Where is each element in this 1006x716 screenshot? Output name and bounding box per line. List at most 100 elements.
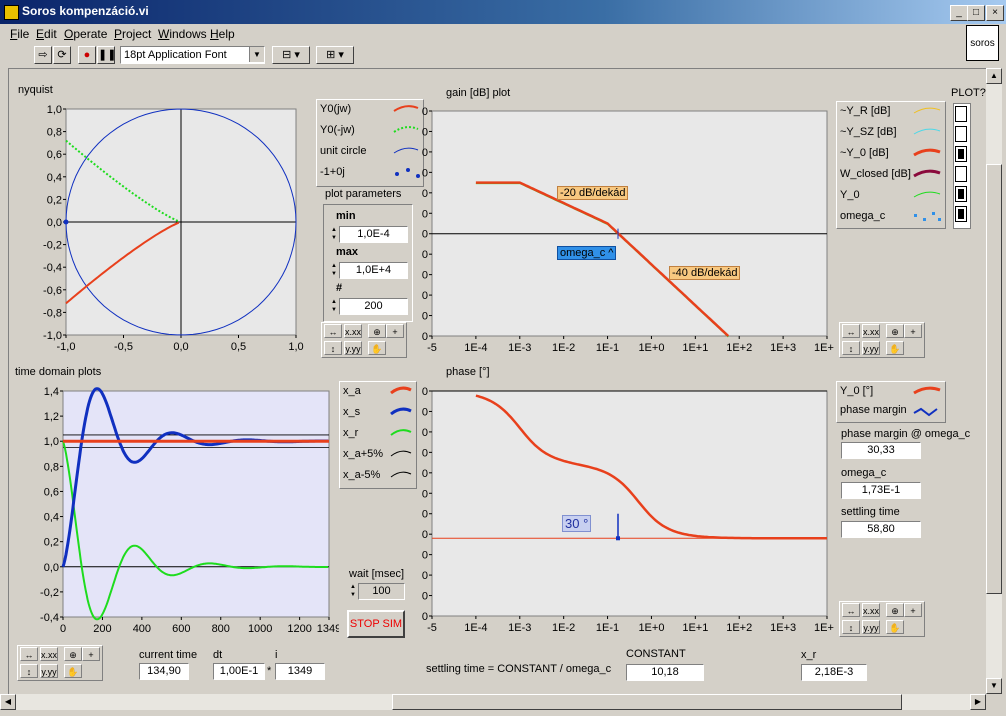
plot-toggle-4[interactable] [955, 186, 967, 202]
zoom-icon[interactable]: ⊕ [64, 647, 82, 661]
zoom-icon[interactable]: ⊕ [886, 324, 904, 338]
x-format-icon[interactable]: x.xx [862, 324, 880, 338]
x-tick-label: 1E+0 [638, 342, 664, 354]
abort-icon[interactable]: ● [78, 46, 96, 64]
minimize-button[interactable]: _ [950, 5, 968, 21]
zoom-icon[interactable]: ⊕ [368, 324, 386, 338]
y-format-icon[interactable]: y.yy [40, 664, 58, 678]
nyquist-graph[interactable]: 1,00,80,60,40,20,0-0,2-0,4-0,6-0,8-1,0-1… [9, 97, 309, 359]
spinner-icon[interactable]: ▲ ▼ [349, 583, 357, 600]
x-format-icon[interactable]: x.xx [40, 647, 58, 661]
pan-hand-icon[interactable]: ✋ [886, 620, 904, 634]
menu-file[interactable]: File [10, 27, 29, 41]
x-tick-label: 400 [133, 623, 151, 635]
n-value[interactable]: 200 [339, 298, 408, 315]
y-scale-icon[interactable]: ↕ [842, 341, 860, 355]
run-continuous-icon[interactable]: ⟳ [53, 46, 71, 64]
phase-graph-palette[interactable]: ↔ x.xx ⊕ + ↕ y.yy ✋ [839, 601, 925, 637]
x-scale-icon[interactable]: ↔ [324, 324, 342, 338]
x-format-icon[interactable]: x.xx [344, 324, 362, 338]
distribute-objects-icon[interactable]: ⊞ ▾ [316, 46, 354, 64]
vertical-scrollbar[interactable]: ▲ ▼ [986, 68, 1002, 694]
x-scale-icon[interactable]: ↔ [842, 324, 860, 338]
dt-value: 1,00E-1 [213, 663, 265, 680]
menu-project[interactable]: Project [114, 27, 151, 41]
spinner-icon[interactable]: ▲ ▼ [330, 298, 338, 315]
time-domain-graph[interactable]: 1,4 1,2 1,0 0,8 0,6 0,4 0,2 0,0 -0,2 -0,40 200 400 6… [13, 379, 339, 641]
menu-help[interactable]: Help [210, 27, 235, 41]
x-tick-label: 600 [172, 623, 190, 635]
stop-sim-button[interactable]: STOP SIM [347, 610, 405, 638]
phase-plot-graph[interactable]: 0,0 -25,0 -50,0 -75,0 -100,0 -125,0 -150,0 -175… [422, 379, 834, 641]
menu-windows[interactable]: Windows [158, 27, 207, 41]
close-button[interactable]: × [986, 5, 1004, 21]
scroll-left-icon[interactable]: ◀ [0, 694, 16, 710]
gain-graph-palette[interactable]: ↔ x.xx ⊕ + ↕ y.yy ✋ [839, 322, 925, 358]
y-format-icon[interactable]: y.yy [862, 620, 880, 634]
spinner-icon[interactable]: ▲ ▼ [330, 262, 338, 279]
horizontal-scrollbar[interactable]: ◀ ▶ [0, 694, 986, 710]
scroll-up-icon[interactable]: ▲ [986, 68, 1002, 84]
y-format-icon[interactable]: y.yy [862, 341, 880, 355]
pan-hand-icon[interactable]: ✋ [64, 664, 82, 678]
plot-toggle-1[interactable] [955, 126, 967, 142]
x-tick-label: 1E-3 [508, 622, 531, 634]
max-control[interactable]: ▲ ▼ 1,0E+4 [330, 262, 408, 279]
plot-area [431, 390, 828, 617]
y-scale-icon[interactable]: ↕ [324, 341, 342, 355]
y-format-icon[interactable]: y.yy [344, 341, 362, 355]
y-scale-icon[interactable]: ↕ [842, 620, 860, 634]
x-scale-icon[interactable]: ↔ [20, 647, 38, 661]
legend-y0: Y_0 [840, 189, 860, 201]
nyquist-graph-palette[interactable]: ↔ x.xx ⊕ + ↕ y.yy ✋ [321, 322, 407, 358]
pause-icon[interactable]: ❚❚ [97, 46, 116, 64]
x-format-icon[interactable]: x.xx [862, 603, 880, 617]
min-value[interactable]: 1,0E-4 [339, 226, 408, 243]
legend-y0-db: ~Y_0 [dB] [840, 147, 889, 159]
align-objects-icon[interactable]: ⊟ ▾ [272, 46, 310, 64]
max-value[interactable]: 1,0E+4 [339, 262, 408, 279]
gain-plot-graph[interactable]: 120,0 100,0 80,0 60,0 40,0 20,0 0,0 -20,0 -40,0 -… [422, 99, 834, 361]
plot-toggle-5[interactable] [955, 206, 967, 222]
run-arrow-icon[interactable]: ⇨ [34, 46, 52, 64]
scroll-down-icon[interactable]: ▼ [986, 678, 1002, 694]
cursor-icon[interactable]: + [904, 603, 922, 617]
y-scale-icon[interactable]: ↕ [20, 664, 38, 678]
min-control[interactable]: ▲ ▼ 1,0E-4 [330, 226, 408, 243]
x-tick-label: 1E-1 [596, 622, 619, 634]
plot-toggle-3[interactable] [955, 166, 967, 182]
cursor-icon[interactable]: + [82, 647, 100, 661]
scroll-right-icon[interactable]: ▶ [970, 694, 986, 710]
maximize-button[interactable]: □ [967, 5, 985, 21]
y-tick-label: 0,4 [47, 172, 62, 184]
plot-params-label: plot parameters [325, 188, 402, 200]
pan-hand-icon[interactable]: ✋ [886, 341, 904, 355]
x-scale-icon[interactable]: ↔ [842, 603, 860, 617]
zoom-icon[interactable]: ⊕ [886, 603, 904, 617]
menu-operate[interactable]: Operate [64, 27, 107, 41]
y-tick-label: 100,0 [422, 126, 428, 138]
font-select[interactable]: 18pt Application Font ▼ [120, 46, 265, 64]
wait-value[interactable]: 100 [358, 583, 405, 600]
plot-toggle-0[interactable] [955, 106, 967, 122]
x-tick-label: 1E-4 [464, 342, 487, 354]
plot-toggle-2[interactable] [955, 146, 967, 162]
cursor-icon[interactable]: + [386, 324, 404, 338]
x-tick-label: -5 [427, 622, 437, 634]
y-tick-label: -175,0 [422, 529, 428, 541]
n-control[interactable]: ▲ ▼ 200 [330, 298, 408, 315]
horizontal-scroll-thumb[interactable] [392, 694, 902, 710]
time-graph-palette[interactable]: ↔ x.xx ⊕ + ↕ y.yy ✋ [17, 645, 103, 681]
vertical-scroll-thumb[interactable] [986, 164, 1002, 594]
wait-control[interactable]: ▲ ▼ 100 [349, 583, 405, 600]
cursor-icon[interactable]: + [904, 324, 922, 338]
y-tick-label: -100,0 [422, 468, 428, 480]
pan-hand-icon[interactable]: ✋ [368, 341, 386, 355]
y-tick-label: -150,0 [422, 509, 428, 521]
menu-edit[interactable]: Edit [36, 27, 57, 41]
title-bar: Soros kompenzáció.vi _ □ × [0, 0, 1006, 24]
spinner-icon[interactable]: ▲ ▼ [330, 226, 338, 243]
x-tick-label: 1000 [248, 623, 272, 635]
annotation-phase-margin: 30 ° [562, 515, 592, 532]
dt-label: dt [213, 649, 223, 661]
